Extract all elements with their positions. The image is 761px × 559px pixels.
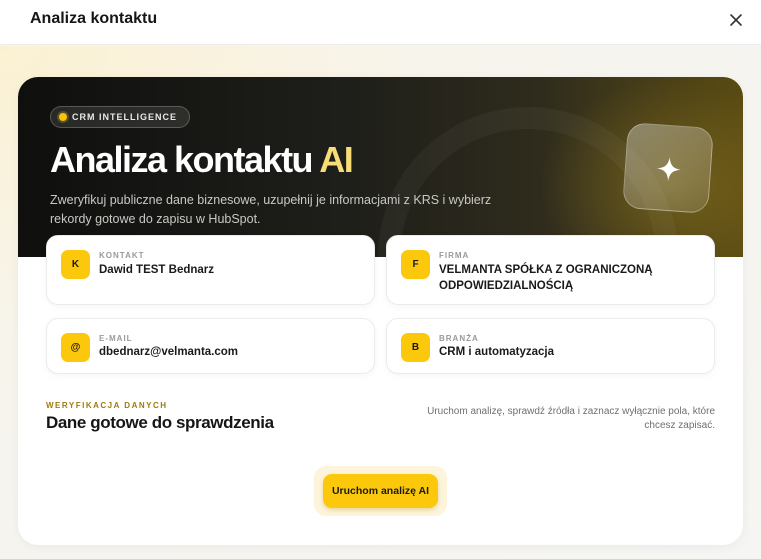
email-value: dbednarz@velmanta.com <box>99 346 239 358</box>
company-value: VELMANTA SPÓŁKA Z OGRANICZONĄ ODPOWIEDZI… <box>439 264 653 292</box>
contact-field-card: K KONTAKT Dawid TEST Bednarz <box>46 235 375 305</box>
industry-badge-icon: B <box>401 333 430 362</box>
crm-intelligence-pill: CRM INTELLIGENCE <box>50 106 190 128</box>
status-dot-icon <box>59 113 67 121</box>
company-label: FIRMA <box>439 251 470 260</box>
contact-badge-icon: K <box>61 250 90 279</box>
close-icon[interactable] <box>725 9 747 31</box>
verification-title: Dane gotowe do sprawdzenia <box>46 413 274 432</box>
email-badge-icon: @ <box>61 333 90 362</box>
pill-label: CRM INTELLIGENCE <box>72 112 177 122</box>
industry-label: BRANŻA <box>439 334 479 343</box>
contact-value: Dawid TEST Bednarz <box>99 264 215 276</box>
email-label: E-MAIL <box>99 334 133 343</box>
hero-title: Analiza kontaktu AI <box>50 139 354 181</box>
industry-field-card: B BRANŻA CRM i automatyzacja <box>386 318 715 374</box>
run-analysis-button[interactable]: Uruchom analizę AI <box>323 474 438 508</box>
industry-value: CRM i automatyzacja <box>439 346 555 358</box>
hero-title-accent: AI <box>319 139 354 180</box>
hero-description: Zweryfikuj publiczne dane biznesowe, uzu… <box>50 193 492 226</box>
sparkle-icon <box>656 157 681 182</box>
email-field-card: @ E-MAIL dbednarz@velmanta.com <box>46 318 375 374</box>
hero-banner: CRM INTELLIGENCE Analiza kontaktu AI Zwe… <box>18 77 743 257</box>
modal-header: Analiza kontaktu <box>0 0 761 45</box>
verification-label: WERYFIKACJA DANYCH <box>46 401 168 410</box>
sparkle-tile <box>622 122 714 214</box>
verification-description: Uruchom analizę, sprawdź źródła i zaznac… <box>427 406 715 431</box>
company-field-card: F FIRMA VELMANTA SPÓŁKA Z OGRANICZONĄ OD… <box>386 235 715 305</box>
company-badge-icon: F <box>401 250 430 279</box>
hero-title-main: Analiza kontaktu <box>50 139 314 180</box>
contact-label: KONTAKT <box>99 251 145 260</box>
modal-title: Analiza kontaktu <box>30 10 158 27</box>
